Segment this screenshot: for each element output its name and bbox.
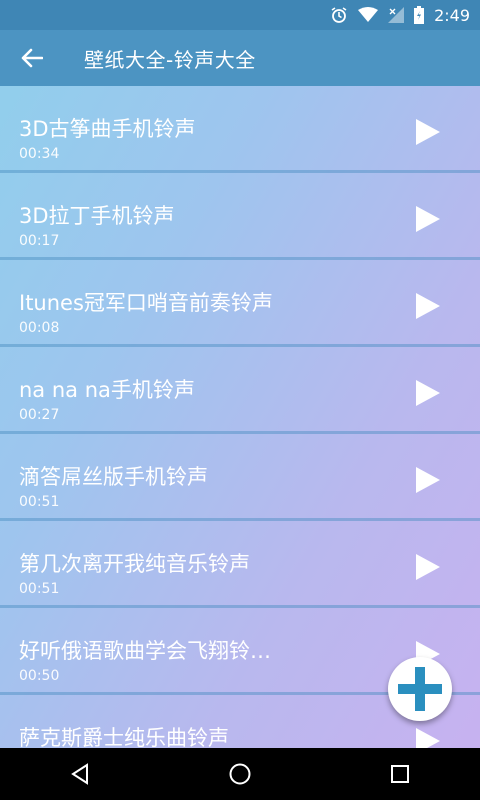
alarm-icon: [330, 6, 348, 24]
app-bar: 壁纸大全-铃声大全: [0, 30, 480, 86]
status-bar: 2:49: [0, 0, 480, 30]
list-item[interactable]: na na na手机铃声 00:27: [0, 347, 480, 434]
nav-recents-button[interactable]: [370, 748, 430, 800]
ringtone-duration: 00:17: [19, 233, 60, 249]
add-button[interactable]: [388, 657, 452, 721]
circle-home-icon: [229, 763, 251, 785]
ringtone-duration: 00:50: [19, 668, 60, 684]
play-icon[interactable]: [416, 206, 440, 232]
back-arrow-icon: [21, 48, 43, 68]
ringtone-title: Itunes冠军口哨音前奏铃声: [19, 291, 273, 315]
system-nav-bar: [0, 748, 480, 800]
app-screen: 2:49 壁纸大全-铃声大全 3D古筝曲手机铃声 00:34 3D拉丁手机铃声 …: [0, 0, 480, 748]
page-title: 壁纸大全-铃声大全: [84, 47, 256, 72]
play-icon[interactable]: [416, 380, 440, 406]
status-time: 2:49: [434, 5, 470, 25]
ringtone-title: 好听俄语歌曲学会飞翔铃…: [19, 639, 271, 663]
signal-icon: [388, 7, 405, 23]
wifi-icon: [358, 7, 379, 23]
ringtone-title: 3D拉丁手机铃声: [19, 204, 175, 228]
list-item[interactable]: 第几次离开我纯音乐铃声 00:51: [0, 521, 480, 608]
nav-home-button[interactable]: [210, 748, 270, 800]
ringtone-duration: 00:34: [19, 146, 60, 162]
ringtone-duration: 00:51: [19, 494, 60, 510]
play-icon[interactable]: [416, 728, 440, 748]
ringtone-list: 3D古筝曲手机铃声 00:34 3D拉丁手机铃声 00:17 Itunes冠军口…: [0, 86, 480, 748]
triangle-back-icon: [71, 763, 88, 785]
play-icon[interactable]: [416, 293, 440, 319]
list-item[interactable]: 3D拉丁手机铃声 00:17: [0, 173, 480, 260]
battery-icon: [414, 6, 425, 24]
ringtone-title: 萨克斯爵士纯乐曲铃声: [19, 726, 229, 748]
ringtone-duration: 00:51: [19, 581, 60, 597]
list-item[interactable]: 3D古筝曲手机铃声 00:34: [0, 86, 480, 173]
square-recents-icon: [391, 765, 409, 783]
play-icon[interactable]: [416, 467, 440, 493]
ringtone-duration: 00:08: [19, 320, 60, 336]
ringtone-title: 滴答屌丝版手机铃声: [19, 465, 208, 489]
ringtone-title: 3D古筝曲手机铃声: [19, 117, 196, 141]
list-item[interactable]: Itunes冠军口哨音前奏铃声 00:08: [0, 260, 480, 347]
play-icon[interactable]: [416, 119, 440, 145]
ringtone-title: na na na手机铃声: [19, 378, 195, 402]
ringtone-title: 第几次离开我纯音乐铃声: [19, 552, 250, 576]
list-item[interactable]: 滴答屌丝版手机铃声 00:51: [0, 434, 480, 521]
plus-icon: [398, 667, 442, 711]
ringtone-duration: 00:27: [19, 407, 60, 423]
back-button[interactable]: [0, 30, 64, 86]
nav-back-button[interactable]: [50, 748, 110, 800]
play-icon[interactable]: [416, 554, 440, 580]
